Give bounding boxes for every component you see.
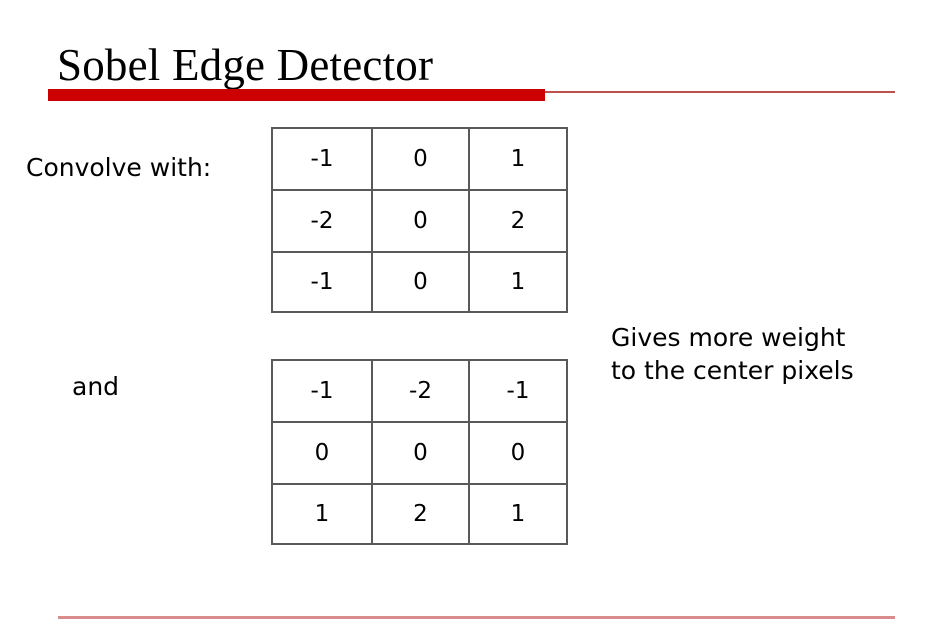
kernel-cell: 1 xyxy=(468,483,568,545)
sobel-horizontal-kernel-table: -1 0 1 -2 0 2 -1 0 1 xyxy=(271,127,568,313)
sobel-vertical-kernel-table: -1 -2 -1 0 0 0 1 2 1 xyxy=(271,359,568,545)
convolve-with-label: Convolve with: xyxy=(26,153,212,182)
kernel-cell: -1 xyxy=(271,359,373,423)
kernel-cell: 2 xyxy=(468,189,568,253)
footer-rule xyxy=(58,616,895,619)
kernel-cell: -2 xyxy=(271,189,373,253)
kernel-cell: -1 xyxy=(271,251,373,313)
table-row: 0 0 0 xyxy=(271,421,568,485)
kernel-cell: 1 xyxy=(468,251,568,313)
title-underline-accent-bar xyxy=(48,89,545,101)
table-row: -1 0 1 xyxy=(271,127,568,191)
kernel-cell: 0 xyxy=(371,251,470,313)
slide-canvas: Sobel Edge Detector Convolve with: and G… xyxy=(0,0,939,623)
kernel-cell: 0 xyxy=(371,421,470,485)
kernel-cell: 0 xyxy=(468,421,568,485)
kernel-cell: -1 xyxy=(271,127,373,191)
kernel-cell: 1 xyxy=(468,127,568,191)
table-row: 1 2 1 xyxy=(271,483,568,545)
page-title: Sobel Edge Detector xyxy=(57,40,434,91)
kernel-cell: 1 xyxy=(271,483,373,545)
center-pixels-note: Gives more weight to the center pixels xyxy=(611,323,854,385)
table-row: -1 -2 -1 xyxy=(271,359,568,423)
kernel-cell: -2 xyxy=(371,359,470,423)
and-label: and xyxy=(72,372,120,401)
kernel-cell: 2 xyxy=(371,483,470,545)
kernel-cell: 0 xyxy=(371,189,470,253)
table-row: -2 0 2 xyxy=(271,189,568,253)
kernel-cell: -1 xyxy=(468,359,568,423)
table-row: -1 0 1 xyxy=(271,251,568,313)
kernel-cell: 0 xyxy=(271,421,373,485)
kernel-cell: 0 xyxy=(371,127,470,191)
